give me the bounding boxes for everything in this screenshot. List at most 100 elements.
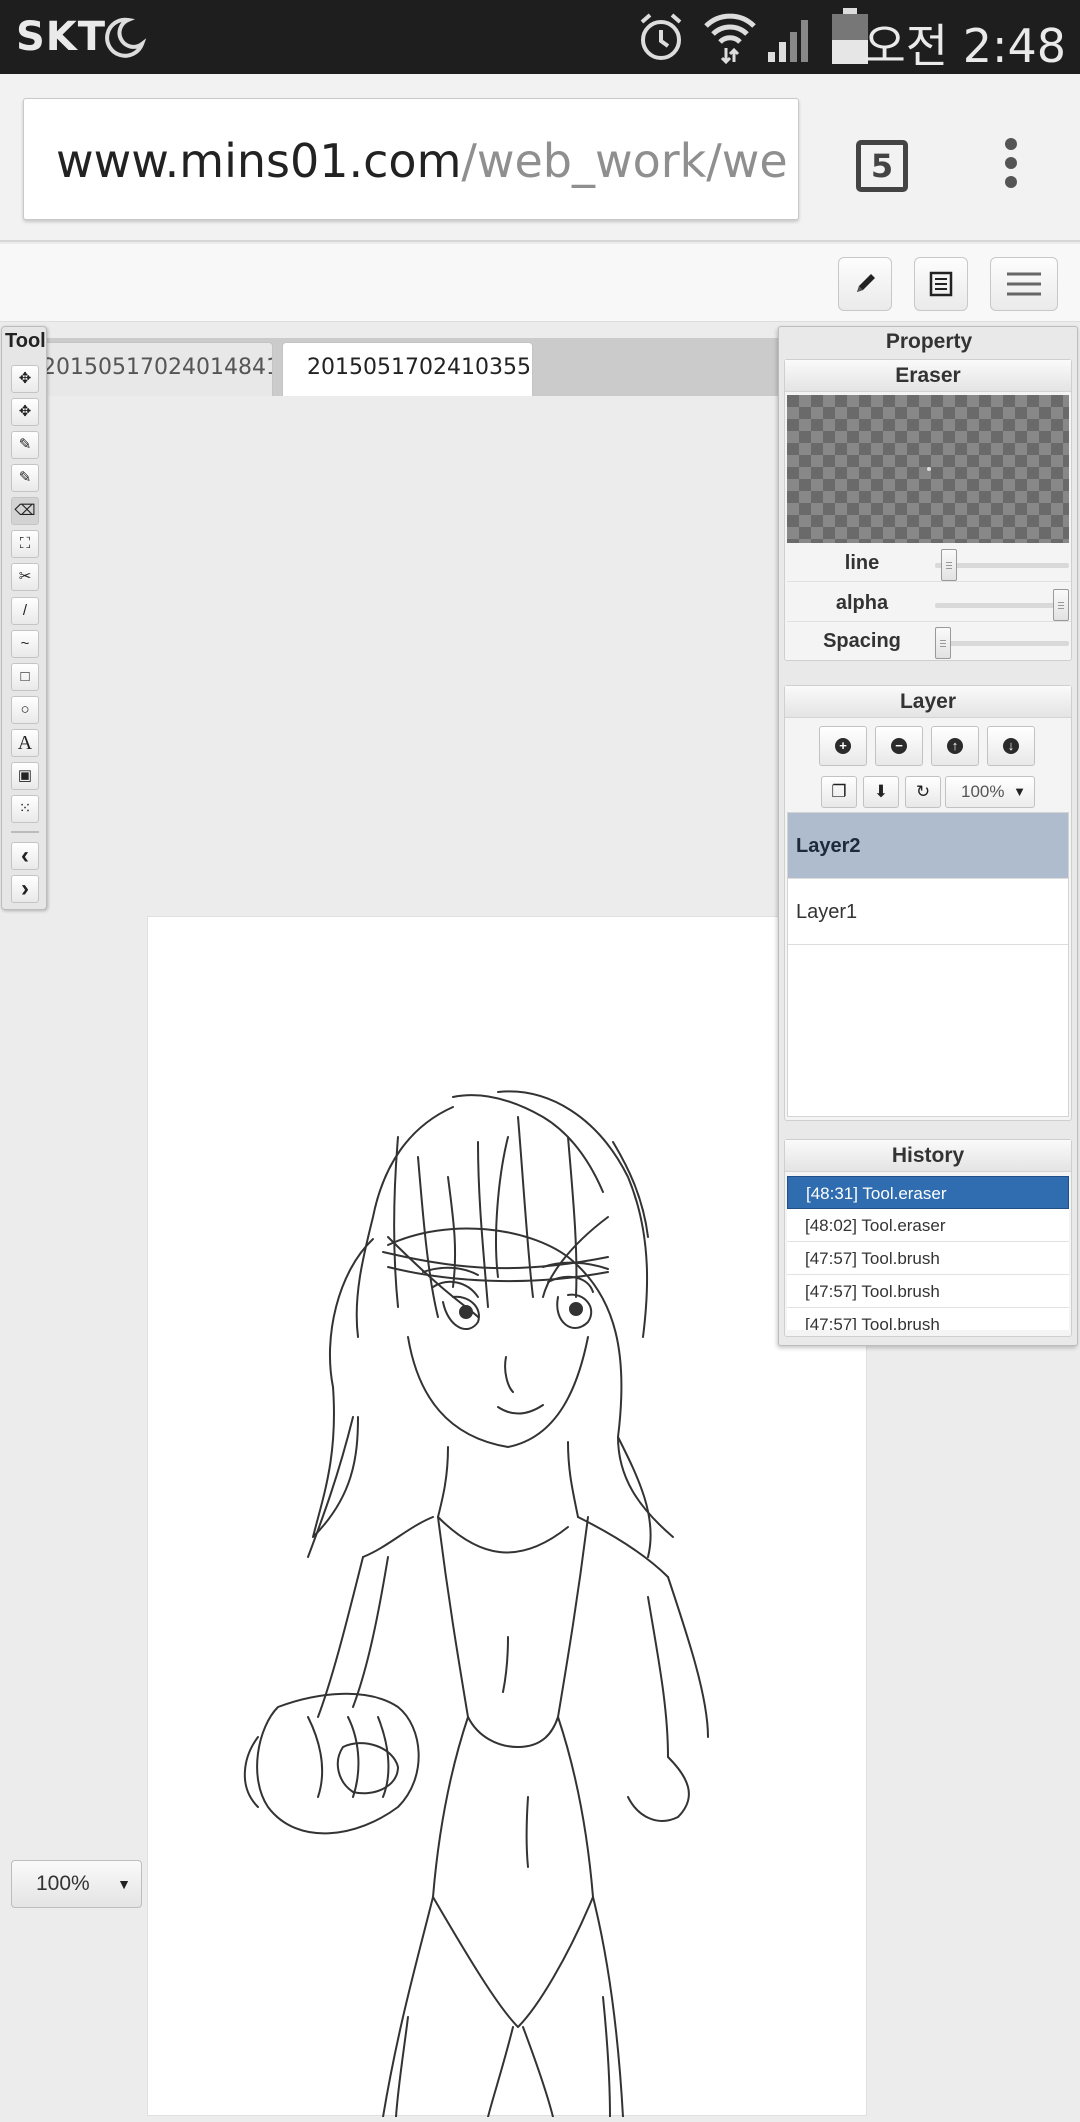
eraser-tool-button[interactable]: ⌫	[11, 497, 39, 525]
history-item[interactable]: [47:57] Tool.brush	[787, 1308, 1069, 1330]
line-tool-button[interactable]: /	[11, 597, 39, 625]
history-item[interactable]: [47:57] Tool.brush	[787, 1242, 1069, 1275]
property-panel-title: Property	[885, 330, 973, 353]
tool-panel: Tool ✥ ✥ ✎ ✎ ⌫ ⛶ ✂ / ~ □ ○ A ▣ ⁙ ‹ ›	[1, 326, 47, 910]
eraser-icon: ⌫	[14, 502, 36, 519]
collapse-left-button[interactable]: ‹	[11, 842, 39, 870]
spacing-slider-label: Spacing	[823, 630, 901, 652]
tool-property-section: Eraser line alpha Spacing	[784, 359, 1072, 661]
chevron-left-icon: ‹	[21, 842, 29, 869]
zoom-value: 100%	[36, 1872, 90, 1895]
brush-b-icon: ✎	[18, 469, 32, 486]
chevron-right-icon: ›	[21, 875, 29, 902]
tab-document-2[interactable]: 2015051702410355	[282, 342, 533, 396]
document-button[interactable]	[914, 257, 968, 311]
add-layer-icon: +	[835, 738, 851, 754]
layer-section-title: Layer	[785, 686, 1071, 718]
line-slider-label: line	[844, 552, 880, 574]
tool-property-title: Eraser	[785, 360, 1071, 392]
signal-icon	[768, 20, 808, 62]
fullscreen-tool-button[interactable]: ⛶	[11, 530, 39, 558]
url-text: www.mins01.com/web_work/we	[56, 134, 788, 188]
history-section-title: History	[785, 1140, 1071, 1172]
remove-layer-icon: −	[891, 738, 907, 754]
tab-switcher-button[interactable]: 5	[856, 140, 908, 192]
document-tabs: 20150517024014841 2015051702410355	[41, 338, 782, 396]
document-icon	[929, 271, 953, 297]
layer-item-layer2[interactable]: Layer2	[788, 813, 1068, 879]
alarm-icon	[640, 13, 682, 60]
spacing-slider[interactable]	[935, 627, 1069, 659]
canvas-area[interactable]	[47, 396, 867, 2118]
app-toolbar	[0, 244, 1080, 322]
browser-toolbar: www.mins01.com/web_work/we 5	[0, 74, 1080, 242]
brush-a-tool-button[interactable]: ✎	[11, 431, 39, 459]
tab-document-1[interactable]: 20150517024014841	[41, 342, 273, 396]
text-icon: A	[17, 732, 33, 754]
layer-item-layer1[interactable]: Layer1	[788, 879, 1068, 945]
scissors-icon: ✂	[18, 568, 32, 585]
merge-down-icon: ⬇	[873, 782, 889, 801]
add-layer-button[interactable]: +	[819, 726, 867, 766]
moon-chat-icon	[105, 17, 147, 58]
rectangle-tool-button[interactable]: □	[11, 663, 39, 691]
sketch-drawing	[243, 1090, 709, 2118]
layer-list: Layer2 Layer1	[787, 812, 1069, 1117]
line-icon: /	[22, 602, 28, 619]
circle-tool-button[interactable]: ○	[11, 696, 39, 724]
fullscreen-icon: ⛶	[19, 535, 31, 552]
spacing-slider-thumb[interactable]	[935, 627, 951, 659]
alpha-slider[interactable]	[935, 589, 1069, 621]
merge-down-button[interactable]: ⬇	[863, 776, 899, 808]
tool-panel-title: Tool	[5, 330, 46, 352]
move-layer-up-button[interactable]: ↑	[931, 726, 979, 766]
layer-opacity-select[interactable]: 100% ▼	[945, 776, 1035, 808]
expand-right-button[interactable]: ›	[11, 875, 39, 903]
history-item[interactable]: [47:57] Tool.brush	[787, 1275, 1069, 1308]
chevron-down-icon: ▼	[1013, 784, 1026, 799]
rectangle-icon: □	[20, 668, 30, 685]
refresh-layer-button[interactable]: ↻	[905, 776, 941, 808]
duplicate-layer-button[interactable]: ❐	[821, 776, 857, 808]
alpha-slider-row: alpha	[787, 586, 1071, 622]
history-item[interactable]: [48:31] Tool.eraser	[787, 1176, 1069, 1209]
overflow-menu-icon[interactable]	[996, 138, 1026, 198]
image-icon: ▣	[17, 767, 33, 784]
line-slider[interactable]	[935, 549, 1069, 581]
zoom-select[interactable]: 100% ▼	[11, 1860, 142, 1908]
image-tool-button[interactable]: ▣	[11, 762, 39, 790]
url-host: www.mins01.com	[56, 134, 462, 188]
pencil-icon	[857, 274, 875, 292]
layer-opacity-value: 100%	[961, 782, 1005, 801]
alpha-slider-thumb[interactable]	[1053, 589, 1069, 621]
move-tool-button[interactable]: ✥	[11, 365, 39, 393]
carrier-label: SKT	[16, 14, 107, 60]
hamburger-menu-icon	[1007, 272, 1041, 296]
alpha-slider-label: alpha	[835, 592, 889, 614]
drawing-canvas[interactable]	[147, 916, 867, 2118]
history-item[interactable]: [48:02] Tool.eraser	[787, 1209, 1069, 1242]
tool-separator	[11, 831, 39, 833]
pencil-button[interactable]	[838, 257, 892, 311]
circle-icon: ○	[20, 701, 30, 718]
remove-layer-button[interactable]: −	[875, 726, 923, 766]
move-layer-tool-button[interactable]: ✥	[11, 398, 39, 426]
move-icon: ✥	[18, 370, 32, 387]
brush-b-tool-button[interactable]: ✎	[11, 464, 39, 492]
curve-tool-button[interactable]: ~	[11, 630, 39, 658]
move-layer-down-button[interactable]: ↓	[987, 726, 1035, 766]
url-bar[interactable]: www.mins01.com/web_work/we	[23, 98, 799, 220]
brush-a-icon: ✎	[18, 436, 32, 453]
clock: 오전 2:48	[863, 19, 1066, 73]
status-bar: SKT 오전 2:48	[0, 0, 1080, 74]
grid-tool-button[interactable]: ⁙	[11, 795, 39, 823]
line-slider-thumb[interactable]	[941, 549, 957, 581]
scissors-tool-button[interactable]: ✂	[11, 563, 39, 591]
history-section: History [48:31] Tool.eraser [48:02] Tool…	[784, 1139, 1072, 1337]
brush-preview-dot	[927, 467, 931, 471]
hamburger-menu-button[interactable]	[990, 257, 1058, 311]
move-layer-icon: ✥	[18, 403, 32, 420]
line-slider-row: line	[787, 546, 1071, 582]
property-panel: Property Eraser line alpha Spacing Layer…	[778, 326, 1078, 1346]
text-tool-button[interactable]: A	[11, 729, 39, 757]
